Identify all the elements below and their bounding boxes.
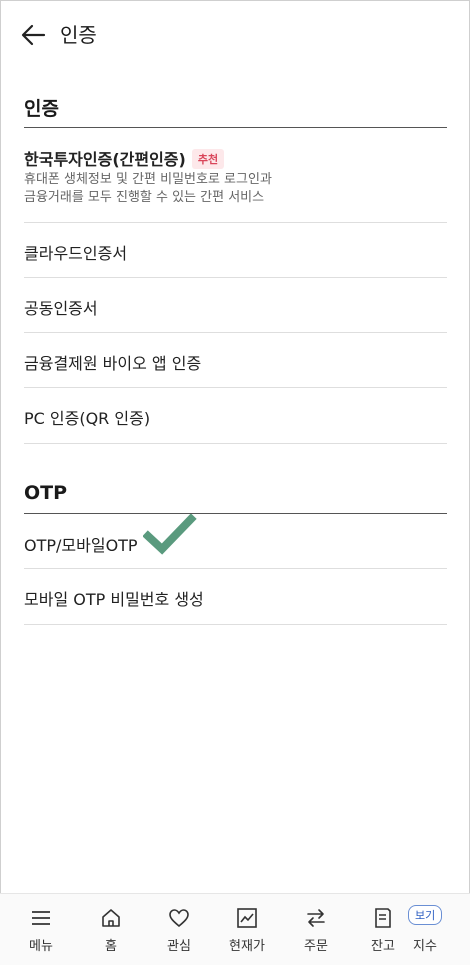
nav-item-favorites[interactable]: 관심 <box>146 894 212 965</box>
item-label: 공동인증서 <box>24 299 98 318</box>
divider <box>24 443 447 444</box>
item-label: 모바일 OTP 비밀번호 생성 <box>24 590 204 609</box>
nav-item-menu[interactable]: 메뉴 <box>8 894 74 965</box>
nav-label: 지수 <box>413 939 437 954</box>
recommend-badge: 추천 <box>191 149 225 169</box>
divider <box>24 624 447 625</box>
heart-icon <box>169 909 189 928</box>
list-item-mobile-otp-password[interactable]: 모바일 OTP 비밀번호 생성 <box>0 569 470 624</box>
nav-label: 관심 <box>167 939 191 954</box>
view-more-badge[interactable]: 보기 <box>408 905 443 925</box>
list-item-pc-qr[interactable]: PC 인증(QR 인증) <box>0 388 470 443</box>
item-label: PC 인증(QR 인증) <box>24 409 151 428</box>
nav-label: 주문 <box>304 939 328 954</box>
item-label: 금융결제원 바이오 앱 인증 <box>24 354 202 373</box>
section-title-auth: 인증 <box>24 98 59 120</box>
item-description: 휴대폰 생체정보 및 간편 비밀번호로 로그인과 금융거래를 모두 진행할 수 … <box>24 172 272 205</box>
list-item-otp[interactable]: OTP/모바일OTP <box>0 514 470 568</box>
list-item-joint-cert[interactable]: 공동인증서 <box>0 278 470 332</box>
item-label: 한국투자인증(간편인증) <box>24 150 186 169</box>
checkmark-icon <box>143 514 197 555</box>
item-label: 클라우드인증서 <box>24 244 128 263</box>
section-title-otp: OTP <box>24 482 68 504</box>
swap-icon <box>307 909 325 927</box>
nav-label: 메뉴 <box>29 939 53 954</box>
bottom-nav: 메뉴 홈 관심 현재가 주문 잔고 지수 <box>0 893 470 965</box>
page-title: 인증 <box>60 23 97 47</box>
item-label: OTP/모바일OTP <box>24 536 138 555</box>
nav-item-current-price[interactable]: 현재가 <box>214 894 280 965</box>
nav-item-home[interactable]: 홈 <box>78 894 144 965</box>
nav-item-order[interactable]: 주문 <box>283 894 349 965</box>
home-icon <box>102 909 120 927</box>
list-item-cloud-cert[interactable]: 클라우드인증서 <box>0 223 470 277</box>
nav-label: 홈 <box>105 939 117 954</box>
menu-icon <box>32 911 50 925</box>
nav-label: 현재가 <box>229 939 265 954</box>
list-item-simple-auth[interactable]: 한국투자인증(간편인증) 추천 휴대폰 생체정보 및 간편 비밀번호로 로그인과 … <box>0 128 470 222</box>
chart-icon <box>237 908 257 928</box>
header: 인증 <box>0 0 470 70</box>
back-arrow-icon[interactable] <box>18 20 48 50</box>
list-item-bio-app[interactable]: 금융결제원 바이오 앱 인증 <box>0 333 470 387</box>
